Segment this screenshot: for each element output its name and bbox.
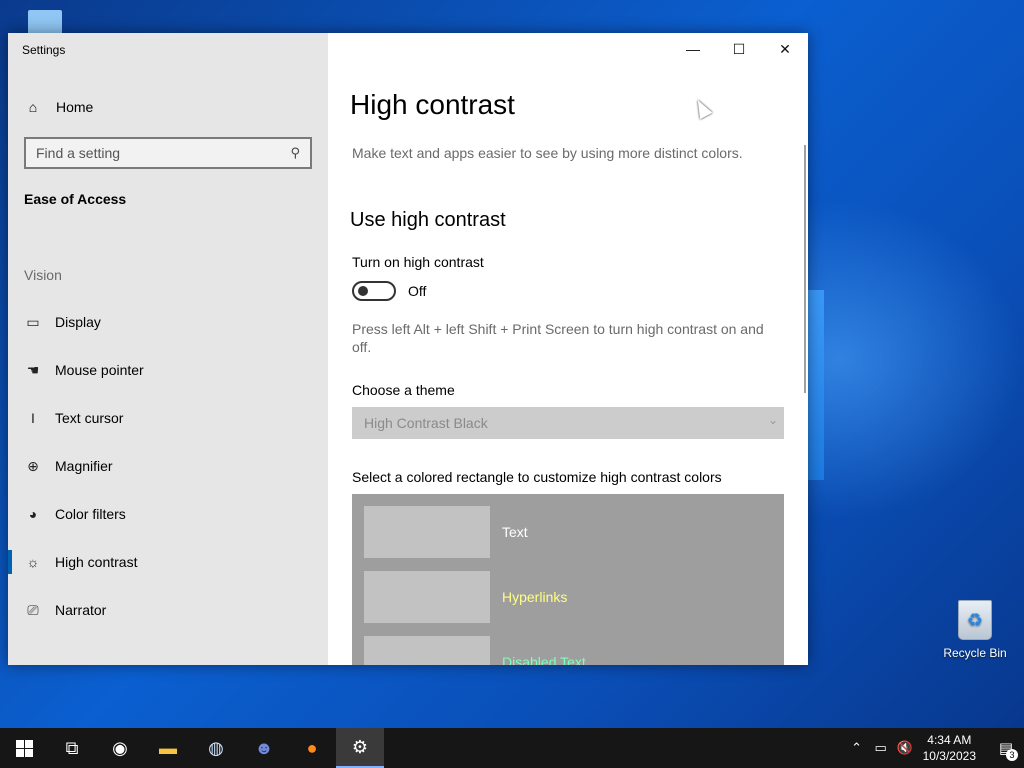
sidebar-item-label: High contrast bbox=[55, 554, 138, 570]
sidebar-item-text-cursor[interactable]: I Text cursor bbox=[8, 394, 328, 442]
firefox-icon[interactable]: ● bbox=[288, 728, 336, 768]
close-button[interactable]: ✕ bbox=[762, 33, 808, 65]
text-cursor-icon: I bbox=[31, 410, 35, 426]
color-row-text: Text bbox=[364, 506, 528, 558]
search-icon[interactable]: ⚲ bbox=[290, 145, 300, 161]
narrator-icon: ⎚ bbox=[27, 601, 39, 618]
color-row-hyperlinks: Hyperlinks bbox=[364, 571, 567, 623]
search-input[interactable] bbox=[36, 145, 291, 161]
chevron-down-icon: ⌄ bbox=[767, 413, 778, 427]
section-heading: Use high contrast bbox=[350, 209, 506, 231]
sidebar-item-magnifier[interactable]: ⊕ Magnifier bbox=[8, 442, 328, 490]
page-title: High contrast bbox=[350, 89, 515, 120]
obs-icon[interactable]: ◉ bbox=[96, 728, 144, 768]
discord-icon[interactable]: ☻ bbox=[240, 728, 288, 768]
color-customization-panel: Text Hyperlinks Disabled Text bbox=[352, 494, 784, 665]
caption-buttons: — ☐ ✕ bbox=[670, 33, 808, 65]
sidebar-item-label: Color filters bbox=[55, 506, 126, 522]
colors-label: Select a colored rectangle to customize … bbox=[352, 469, 722, 485]
task-view-icon[interactable]: ⧉ bbox=[48, 728, 96, 768]
chevron-up-icon[interactable]: ⌃ bbox=[845, 740, 869, 756]
color-label-disabled-text: Disabled Text bbox=[502, 654, 586, 665]
desktop-wallpaper-beam bbox=[808, 290, 824, 480]
recycle-bin[interactable]: Recycle Bin bbox=[940, 600, 1010, 660]
recycle-bin-label: Recycle Bin bbox=[943, 646, 1007, 660]
color-swatch-disabled-text[interactable] bbox=[364, 636, 490, 665]
sidebar-item-label: Mouse pointer bbox=[55, 362, 144, 378]
toggle-state: Off bbox=[408, 283, 427, 299]
home-label: Home bbox=[56, 99, 94, 115]
sidebar-item-label: Magnifier bbox=[55, 458, 113, 474]
sidebar-item-label: Text cursor bbox=[55, 410, 124, 426]
notification-badge: 3 bbox=[1006, 749, 1018, 761]
high-contrast-toggle-row: Off bbox=[352, 281, 426, 301]
file-explorer-icon[interactable]: ▬ bbox=[144, 728, 192, 768]
sidebar: Settings ⌂ Home ⚲ Ease of Access Vision … bbox=[8, 33, 328, 665]
taskbar: ⧉ ◉ ▬ ◍ ☻ ● ⚙ ⌃ ▭ 🔇 4:34 AM 10/3/2023 ▤ 3 bbox=[0, 728, 1024, 768]
palette-icon: ◕ bbox=[28, 506, 38, 522]
sidebar-item-display[interactable]: ▭ Display bbox=[8, 298, 328, 346]
sidebar-item-label: Narrator bbox=[55, 602, 107, 618]
settings-taskbar-icon[interactable]: ⚙ bbox=[336, 728, 384, 768]
minimize-button[interactable]: — bbox=[670, 33, 716, 65]
clock-time: 4:34 AM bbox=[927, 733, 972, 747]
page-description: Make text and apps easier to see by usin… bbox=[352, 145, 743, 161]
volume-muted-icon[interactable]: 🔇 bbox=[893, 740, 917, 756]
sidebar-item-narrator[interactable]: ⎚ Narrator bbox=[8, 586, 328, 634]
recycle-bin-icon[interactable] bbox=[958, 600, 992, 640]
network-icon[interactable]: ▭ bbox=[869, 740, 893, 756]
color-swatch-hyperlinks[interactable] bbox=[364, 571, 490, 623]
system-tray: ⌃ ▭ 🔇 4:34 AM 10/3/2023 ▤ 3 bbox=[845, 728, 1024, 768]
high-contrast-toggle[interactable] bbox=[352, 281, 396, 301]
scrollbar[interactable] bbox=[804, 145, 806, 393]
settings-window: Settings ⌂ Home ⚲ Ease of Access Vision … bbox=[8, 33, 808, 665]
sidebar-item-mouse-pointer[interactable]: ☚ Mouse pointer bbox=[8, 346, 328, 394]
color-label-text: Text bbox=[502, 524, 528, 540]
theme-label: Choose a theme bbox=[352, 382, 455, 398]
window-title: Settings bbox=[22, 43, 66, 57]
clock[interactable]: 4:34 AM 10/3/2023 bbox=[923, 732, 976, 764]
steam-icon[interactable]: ◍ bbox=[192, 728, 240, 768]
sidebar-item-high-contrast[interactable]: ☼ High contrast bbox=[8, 538, 328, 586]
sun-icon: ☼ bbox=[26, 554, 40, 570]
color-label-hyperlinks: Hyperlinks bbox=[502, 589, 568, 605]
sidebar-item-label: Display bbox=[55, 314, 101, 330]
theme-value: High Contrast Black bbox=[364, 415, 488, 431]
section-title: Ease of Access bbox=[24, 191, 127, 207]
group-label-vision: Vision bbox=[24, 267, 62, 283]
maximize-button[interactable]: ☐ bbox=[716, 33, 762, 65]
home-icon: ⌂ bbox=[28, 99, 38, 115]
toggle-label: Turn on high contrast bbox=[352, 254, 484, 270]
notification-center-icon[interactable]: ▤ 3 bbox=[988, 728, 1024, 768]
search-box[interactable]: ⚲ bbox=[24, 137, 312, 169]
home-button[interactable]: ⌂ Home bbox=[24, 95, 94, 119]
theme-dropdown[interactable]: High Contrast Black ⌄ bbox=[352, 407, 784, 439]
windows-logo-icon bbox=[15, 739, 33, 757]
clock-date: 10/3/2023 bbox=[922, 749, 976, 763]
sidebar-nav: ▭ Display ☚ Mouse pointer I Text cursor … bbox=[8, 298, 328, 634]
main-content: — ☐ ✕ High contrast Make text and apps e… bbox=[328, 33, 808, 665]
pointer-hand-icon: ☚ bbox=[26, 361, 40, 378]
magnifier-icon: ⊕ bbox=[27, 457, 39, 474]
start-button[interactable] bbox=[0, 728, 48, 768]
sidebar-item-color-filters[interactable]: ◕ Color filters bbox=[8, 490, 328, 538]
color-swatch-text[interactable] bbox=[364, 506, 490, 558]
shortcut-hint: Press left Alt + left Shift + Print Scre… bbox=[352, 321, 764, 355]
color-row-disabled-text: Disabled Text bbox=[364, 636, 586, 665]
monitor-icon: ▭ bbox=[26, 313, 40, 330]
